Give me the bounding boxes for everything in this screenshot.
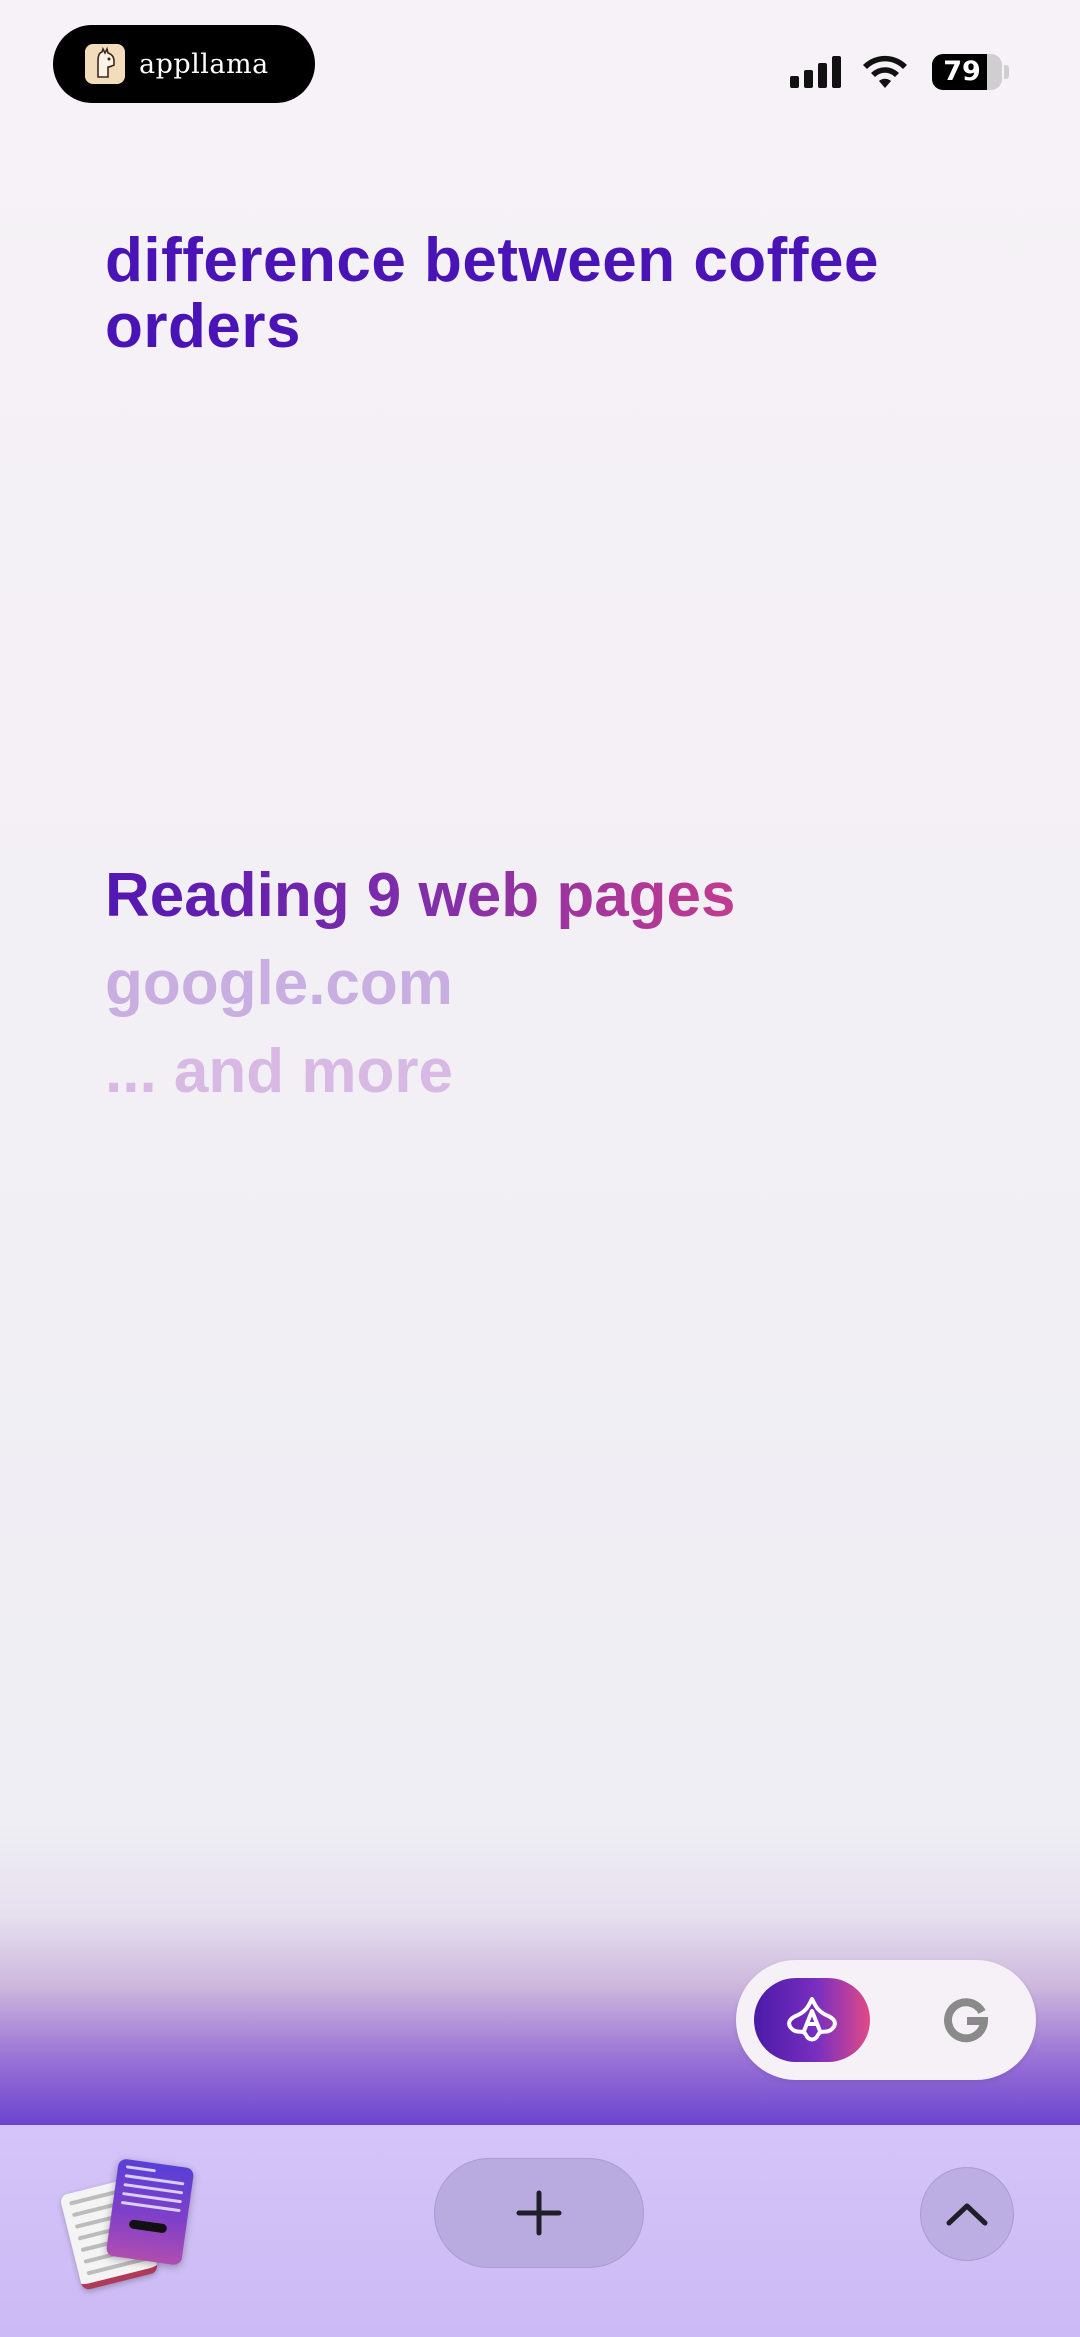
reading-status: Reading 9 web pages: [105, 861, 736, 930]
app-name: appllama: [139, 48, 269, 80]
ai-mode-button[interactable]: [754, 1978, 870, 2062]
tab-thumbnail: [105, 2158, 195, 2266]
llama-icon: [85, 44, 125, 84]
sparkle-a-icon: [787, 1997, 837, 2042]
source-more: ... and more: [105, 1037, 453, 1106]
cellular-signal-icon: [790, 56, 841, 88]
app-indicator-pill[interactable]: appllama: [53, 25, 315, 103]
status-bar: appllama 79: [0, 0, 1080, 130]
battery-tip: [1004, 65, 1009, 79]
tabs-button[interactable]: [59, 2155, 200, 2291]
google-mode-button[interactable]: [916, 1978, 1016, 2062]
battery-level: 79: [943, 56, 981, 87]
source-item: google.com: [105, 949, 453, 1018]
wifi-icon: [860, 52, 910, 94]
search-progress: Reading 9 web pages google.com ... and m…: [105, 860, 1005, 1108]
scroll-up-button[interactable]: [920, 2167, 1014, 2261]
google-g-icon: [944, 1998, 989, 2043]
chevron-up-icon: [946, 2203, 988, 2226]
plus-icon: [516, 2190, 562, 2236]
search-mode-toggle: [736, 1960, 1036, 2080]
query-title: difference between coffee orders: [105, 226, 879, 361]
battery-icon: 79: [932, 54, 1002, 90]
bottom-toolbar: [0, 2125, 1080, 2337]
new-tab-button[interactable]: [434, 2158, 644, 2268]
